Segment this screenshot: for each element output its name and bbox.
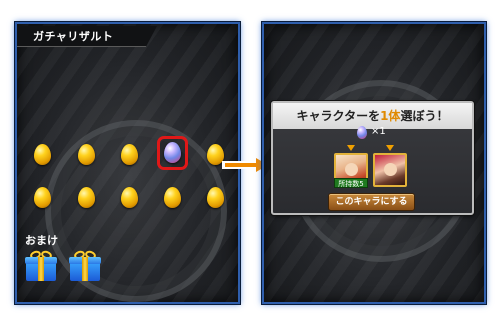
owned-count-badge: 所持数5 xyxy=(334,178,368,188)
bonus-label: おまけ xyxy=(25,234,58,247)
gold-egg[interactable] xyxy=(207,187,224,208)
choose-character-button[interactable]: このキャラにする xyxy=(328,193,415,211)
cost-indicator: ×1 xyxy=(357,126,397,140)
character-portrait-2[interactable] xyxy=(373,153,407,187)
rainbow-egg[interactable] xyxy=(164,142,181,163)
gold-egg[interactable] xyxy=(78,187,95,208)
gift-box-icon[interactable] xyxy=(25,249,57,281)
rainbow-egg-icon xyxy=(357,126,367,139)
gold-egg[interactable] xyxy=(78,144,95,165)
dialog-title-highlight: 1体 xyxy=(380,109,401,123)
gold-egg[interactable] xyxy=(34,144,51,165)
gold-egg[interactable] xyxy=(34,187,51,208)
gift-box-icon[interactable] xyxy=(69,249,101,281)
marker-down-icon xyxy=(347,145,355,151)
gold-egg[interactable] xyxy=(164,187,181,208)
marker-down-icon xyxy=(386,145,394,151)
gacha-result-title: ガチャリザルト xyxy=(33,30,114,43)
gold-egg[interactable] xyxy=(121,187,138,208)
dialog-title-post: 選ぼう！ xyxy=(400,109,449,123)
dialog-title-pre: キャラクターを xyxy=(296,109,381,123)
character-face xyxy=(345,163,358,176)
cost-label: ×1 xyxy=(371,126,386,137)
character-face xyxy=(384,163,397,176)
gold-egg[interactable] xyxy=(121,144,138,165)
gacha-result-title-bar: ガチャリザルト xyxy=(17,26,157,47)
